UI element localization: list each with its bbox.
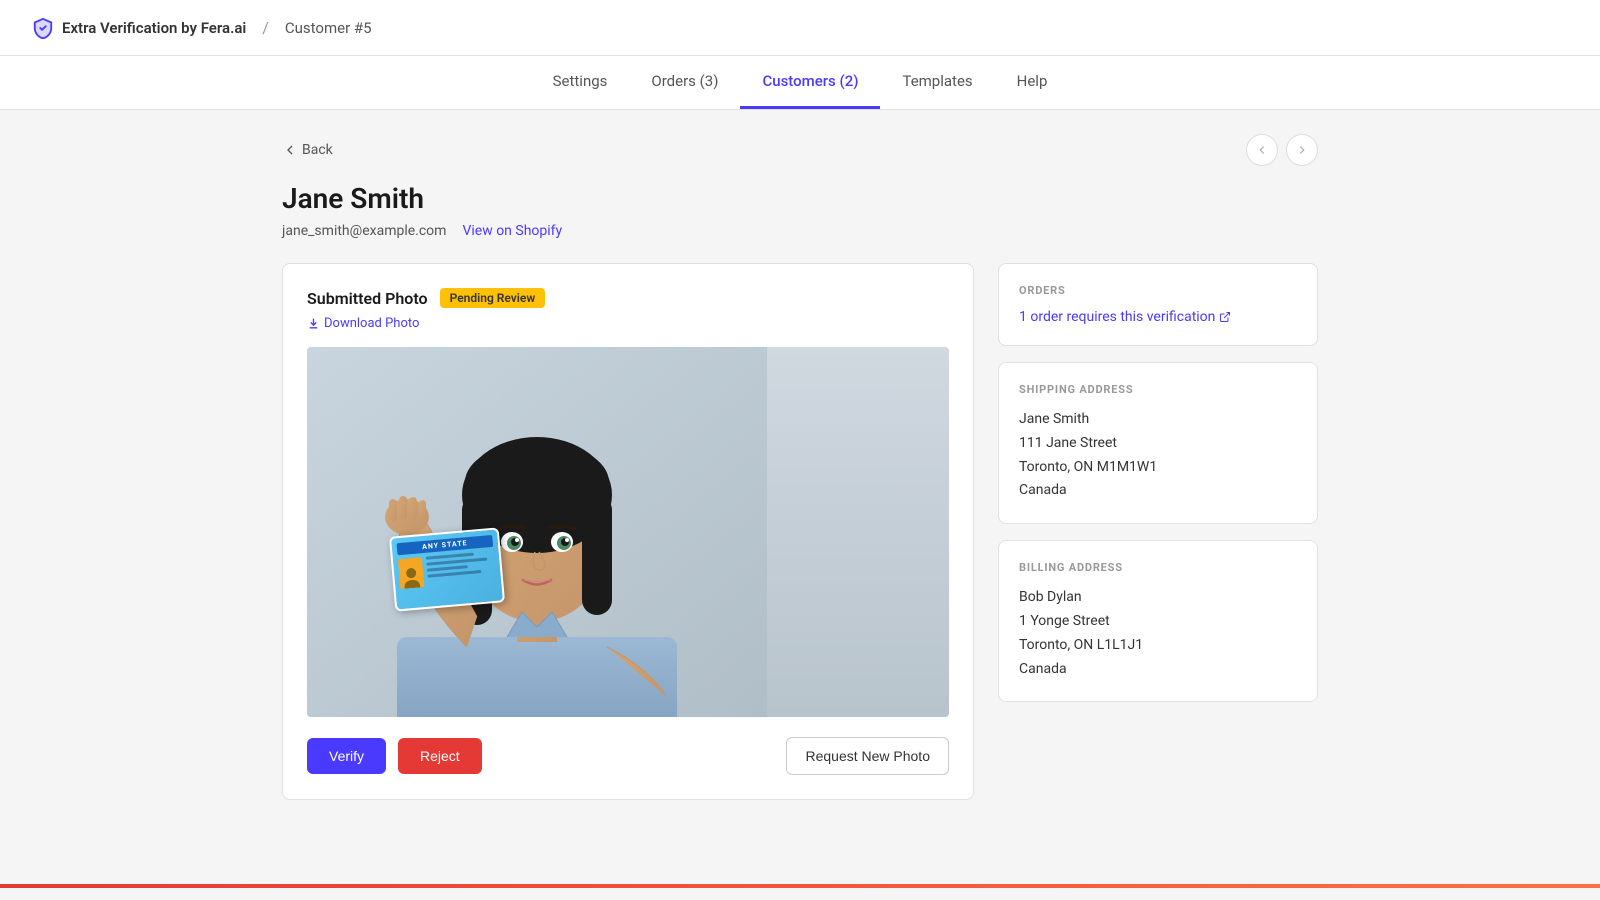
- orders-link[interactable]: 1 order requires this verification: [1019, 309, 1297, 325]
- right-panel: ORDERS 1 order requires this verificatio…: [998, 263, 1318, 702]
- shipping-city: Toronto, ON M1M1W1: [1019, 456, 1297, 480]
- photo-card-header: Submitted Photo Pending Review: [307, 288, 949, 308]
- breadcrumb-separator: /: [262, 18, 269, 37]
- billing-city: Toronto, ON L1L1J1: [1019, 634, 1297, 658]
- photo-container: ANY STATE: [307, 347, 949, 717]
- billing-name: Bob Dylan: [1019, 586, 1297, 610]
- content-grid: Submitted Photo Pending Review Download …: [282, 263, 1318, 800]
- customer-name: Jane Smith: [282, 182, 1318, 215]
- external-link-icon: [1219, 311, 1231, 323]
- nav-item-help[interactable]: Help: [995, 56, 1070, 109]
- photo-card: Submitted Photo Pending Review Download …: [282, 263, 974, 800]
- download-photo-link[interactable]: Download Photo: [307, 316, 949, 331]
- orders-card: ORDERS 1 order requires this verificatio…: [998, 263, 1318, 346]
- action-row: Verify Reject Request New Photo: [307, 737, 949, 775]
- breadcrumb-current: Customer #5: [285, 19, 372, 37]
- shipping-name: Jane Smith: [1019, 408, 1297, 432]
- id-card-overlay: ANY STATE: [389, 527, 505, 611]
- chevron-left-icon: [282, 142, 298, 158]
- bottom-bar: [0, 884, 1600, 888]
- download-icon: [307, 317, 320, 330]
- brand: Extra Verification by Fera.ai: [32, 17, 246, 39]
- id-card-line-4: [427, 570, 481, 578]
- top-bar: Extra Verification by Fera.ai / Customer…: [0, 0, 1600, 56]
- shipping-street: 111 Jane Street: [1019, 432, 1297, 456]
- shipping-address-block: Jane Smith 111 Jane Street Toronto, ON M…: [1019, 408, 1297, 503]
- main-content: Back Jane Smith jane_smith@example.com V…: [250, 110, 1350, 824]
- view-on-shopify-link[interactable]: View on Shopify: [462, 223, 562, 239]
- prev-customer-button[interactable]: [1246, 134, 1278, 166]
- photo-card-title: Submitted Photo: [307, 289, 428, 308]
- orders-card-title: ORDERS: [1019, 284, 1297, 297]
- billing-address-block: Bob Dylan 1 Yonge Street Toronto, ON L1L…: [1019, 586, 1297, 681]
- illustration-bg: ANY STATE: [307, 347, 949, 717]
- action-left: Verify Reject: [307, 738, 482, 774]
- brand-name: Extra Verification by Fera.ai: [62, 19, 246, 37]
- billing-country: Canada: [1019, 658, 1297, 682]
- nav-arrows: [1246, 134, 1318, 166]
- shield-icon: [32, 17, 54, 39]
- back-nav-row: Back: [282, 134, 1318, 166]
- request-new-photo-button[interactable]: Request New Photo: [786, 737, 949, 775]
- verify-button[interactable]: Verify: [307, 738, 386, 774]
- back-link[interactable]: Back: [282, 142, 333, 158]
- pending-badge: Pending Review: [440, 288, 546, 308]
- billing-address-title: BILLING ADDRESS: [1019, 561, 1297, 574]
- next-customer-button[interactable]: [1286, 134, 1318, 166]
- arrow-right-icon: [1295, 143, 1309, 157]
- id-card-body: [398, 551, 496, 589]
- main-nav: Settings Orders (3) Customers (2) Templa…: [0, 56, 1600, 110]
- id-card-person-icon: [402, 565, 422, 588]
- id-card-info: [426, 551, 496, 587]
- arrow-left-icon: [1255, 143, 1269, 157]
- shipping-country: Canada: [1019, 479, 1297, 503]
- customer-meta: jane_smith@example.com View on Shopify: [282, 223, 1318, 239]
- billing-address-card: BILLING ADDRESS Bob Dylan 1 Yonge Street…: [998, 540, 1318, 702]
- id-card-photo: [398, 557, 425, 589]
- nav-item-templates[interactable]: Templates: [880, 56, 994, 109]
- shipping-address-title: SHIPPING ADDRESS: [1019, 383, 1297, 396]
- nav-item-orders[interactable]: Orders (3): [629, 56, 740, 109]
- shipping-address-card: SHIPPING ADDRESS Jane Smith 111 Jane Str…: [998, 362, 1318, 524]
- reject-button[interactable]: Reject: [398, 738, 482, 774]
- person-illustration: [307, 347, 767, 717]
- billing-street: 1 Yonge Street: [1019, 610, 1297, 634]
- nav-item-customers[interactable]: Customers (2): [740, 56, 880, 109]
- customer-email: jane_smith@example.com: [282, 223, 446, 239]
- nav-item-settings[interactable]: Settings: [531, 56, 630, 109]
